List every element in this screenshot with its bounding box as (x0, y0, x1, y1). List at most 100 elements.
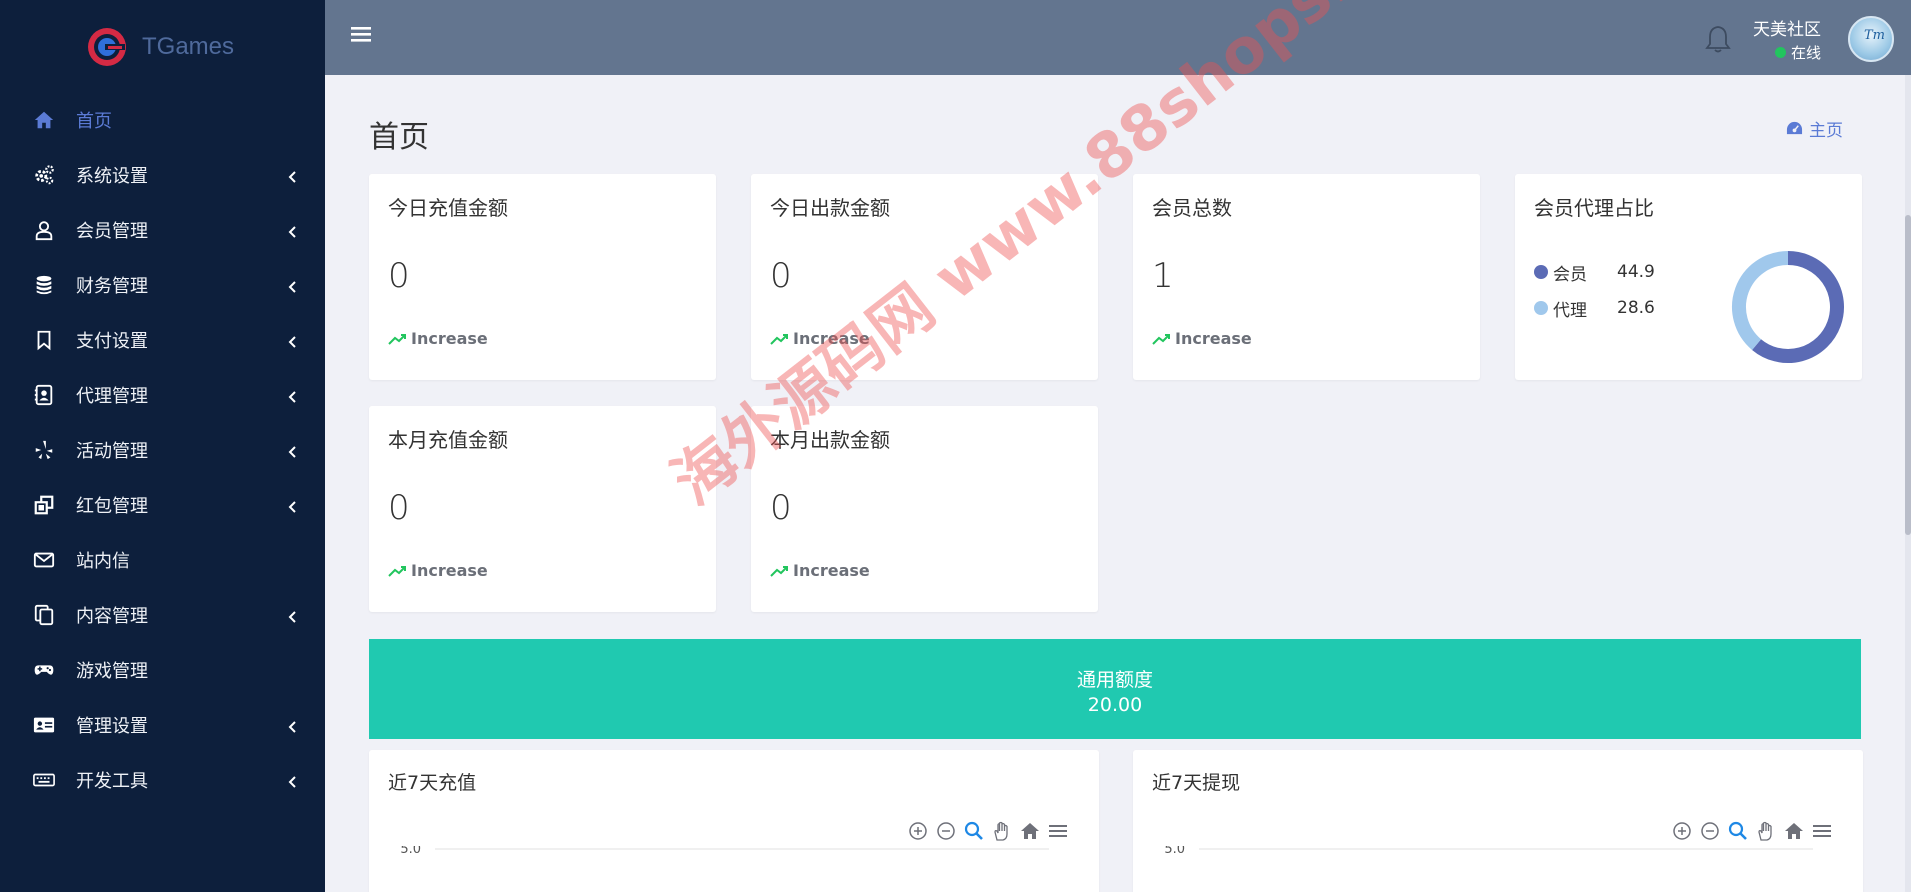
sidebar-item-admin-settings[interactable]: 管理设置 (0, 697, 325, 752)
chevron-left-icon (288, 335, 296, 348)
sidebar-item-redpacket-management[interactable]: 红包管理 (0, 477, 325, 532)
avatar[interactable]: Tm (1848, 16, 1894, 62)
dashboard-icon (1786, 121, 1803, 135)
ratio-title: 会员代理占比 (1534, 196, 1654, 220)
chevron-left-icon (288, 390, 296, 403)
sidebar-item-label: 代理管理 (76, 385, 148, 407)
legend-label: 代理 (1553, 300, 1587, 321)
home-icon (32, 108, 56, 132)
general-quota-banner: 通用额度 20.00 (369, 639, 1861, 739)
stat-value: 1 (1152, 256, 1174, 296)
donut-slice-0[interactable] (1752, 251, 1844, 363)
stat-value: 0 (770, 488, 792, 528)
sidebar-item-label: 活动管理 (76, 440, 148, 462)
stat-card-today-recharge: 今日充值金额 0 Increase (369, 174, 716, 380)
sidebar-item-dev-tools[interactable]: 开发工具 (0, 752, 325, 807)
chevron-left-icon (288, 610, 296, 623)
stat-title: 本月出款金额 (770, 428, 890, 452)
chevron-left-icon (288, 280, 296, 293)
trend-up-icon (388, 565, 406, 577)
sidebar-item-label: 首页 (76, 110, 112, 132)
chart-title: 近7天充值 (388, 772, 477, 794)
menu-lines-icon[interactable] (1047, 820, 1069, 842)
page-title: 首页 (369, 120, 429, 155)
brand-name: TGames (142, 33, 235, 60)
pan-hand-icon[interactable] (1755, 820, 1777, 842)
stat-trend: Increase (1152, 329, 1252, 348)
avatar-text: Tm (1864, 28, 1885, 43)
sidebar-item-payment-settings[interactable]: 支付设置 (0, 312, 325, 367)
legend-label: 会员 (1553, 264, 1587, 285)
zoom-out-icon[interactable] (1699, 820, 1721, 842)
legend-item-agent[interactable]: 代理 28.6 (1534, 290, 1655, 326)
copy-icon (32, 603, 56, 627)
gears-icon (32, 163, 56, 187)
breadcrumb[interactable]: 主页 (1786, 116, 1843, 141)
reset-home-icon[interactable] (1019, 820, 1041, 842)
database-icon (32, 273, 56, 297)
status-label: 在线 (1791, 44, 1822, 62)
stat-trend-label: Increase (411, 561, 488, 580)
stat-trend: Increase (770, 561, 870, 580)
sidebar-item-home[interactable]: 首页 (0, 92, 325, 147)
hamburger-menu-icon[interactable] (351, 24, 371, 44)
magnifier-icon[interactable] (1727, 820, 1749, 842)
y-axis-tick-label: 5.0 (1164, 846, 1185, 857)
envelope-icon (32, 548, 56, 572)
scrollbar-thumb[interactable] (1905, 215, 1911, 535)
stat-title: 本月充值金额 (388, 428, 508, 452)
stat-value: 0 (388, 488, 410, 528)
sidebar-item-game-management[interactable]: 游戏管理 (0, 642, 325, 697)
sidebar-item-label: 游戏管理 (76, 660, 148, 682)
ratio-card: 会员代理占比 会员 44.9 代理 28.6 (1515, 174, 1862, 380)
chevron-left-icon (288, 775, 296, 788)
stat-title: 会员总数 (1152, 196, 1232, 220)
chart-toolbar (1671, 820, 1833, 842)
trend-up-icon (770, 565, 788, 577)
stat-value: 0 (388, 256, 410, 296)
sidebar-item-agent-management[interactable]: 代理管理 (0, 367, 325, 422)
menu-lines-icon[interactable] (1811, 820, 1833, 842)
legend-item-member[interactable]: 会员 44.9 (1534, 254, 1655, 290)
sidebar-item-member-management[interactable]: 会员管理 (0, 202, 325, 257)
bookmark-icon (32, 328, 56, 352)
magnifier-icon[interactable] (963, 820, 985, 842)
zoom-in-icon[interactable] (907, 820, 929, 842)
ratio-donut-chart[interactable] (1729, 248, 1847, 366)
stat-card-month-withdraw: 本月出款金额 0 Increase (751, 406, 1098, 612)
sidebar-item-activity-management[interactable]: 活动管理 (0, 422, 325, 477)
banner-label: 通用额度 (1076, 669, 1153, 691)
pan-hand-icon[interactable] (991, 820, 1013, 842)
stat-trend-label: Increase (1175, 329, 1252, 348)
chart-plot-area: 5.0 (400, 846, 1049, 857)
trend-up-icon (770, 333, 788, 345)
zoom-in-icon[interactable] (1671, 820, 1693, 842)
user-name[interactable]: 天美社区 (1753, 15, 1821, 40)
sidebar-item-label: 站内信 (76, 550, 130, 572)
stat-trend-label: Increase (793, 561, 870, 580)
sidebar-item-label: 管理设置 (76, 715, 148, 737)
sidebar-item-label: 支付设置 (76, 330, 148, 352)
topbar: 天美社区 在线 Tm (325, 0, 1911, 75)
donut-slice-1[interactable] (1732, 251, 1789, 350)
sidebar-item-content-management[interactable]: 内容管理 (0, 587, 325, 642)
trend-up-icon (388, 333, 406, 345)
sidebar: TGames 首页 系统设置 会员管理 财务管理 支付设置 代理管理 活动管理 … (0, 0, 325, 892)
clone-icon (32, 493, 56, 517)
bell-icon[interactable] (1704, 24, 1732, 54)
y-axis-tick-label: 5.0 (400, 846, 421, 857)
tgames-logo-icon (88, 28, 126, 66)
sidebar-item-label: 会员管理 (76, 220, 148, 242)
trend-up-icon (1152, 333, 1170, 345)
reset-home-icon[interactable] (1783, 820, 1805, 842)
stat-title: 今日充值金额 (388, 196, 508, 220)
online-status-dot (1775, 47, 1786, 58)
sidebar-item-system-settings[interactable]: 系统设置 (0, 147, 325, 202)
brand[interactable]: TGames (86, 26, 234, 68)
contact-book-icon (32, 383, 56, 407)
zoom-out-icon[interactable] (935, 820, 957, 842)
keyboard-icon (32, 768, 56, 792)
sidebar-item-messages[interactable]: 站内信 (0, 532, 325, 587)
sidebar-item-finance-management[interactable]: 财务管理 (0, 257, 325, 312)
id-card-icon (32, 713, 56, 737)
